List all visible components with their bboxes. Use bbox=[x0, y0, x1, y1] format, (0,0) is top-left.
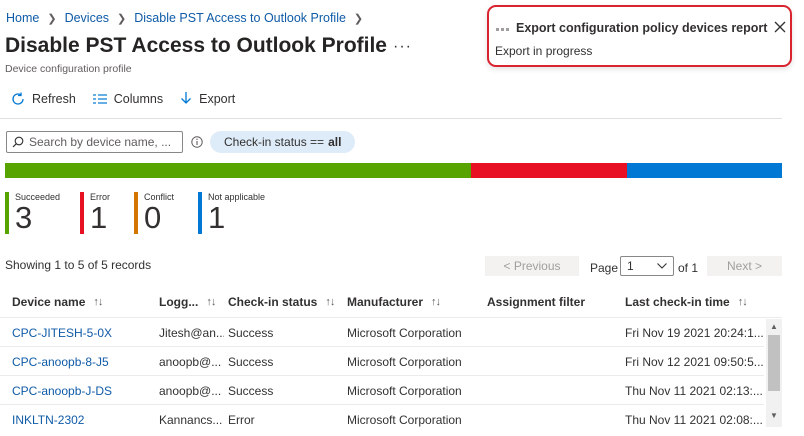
scroll-up-arrow-icon[interactable]: ▲ bbox=[770, 322, 778, 331]
column-header-manufacturer[interactable]: Manufacturer ↑↓ bbox=[347, 295, 441, 309]
check-in-status: Success bbox=[228, 326, 274, 340]
notification-toast: Export configuration policy devices repo… bbox=[487, 5, 792, 67]
sort-icon: ↑↓ bbox=[431, 296, 441, 308]
breadcrumb-home[interactable]: Home bbox=[6, 11, 39, 25]
search-input[interactable] bbox=[29, 135, 179, 149]
manufacturer: Microsoft Corporation bbox=[347, 413, 462, 427]
last-check-in-time: Thu Nov 11 2021 02:08:... bbox=[625, 413, 763, 427]
status-segment-error bbox=[471, 163, 627, 178]
sort-icon: ↑↓ bbox=[206, 296, 216, 308]
tile-error[interactable]: Error 1 bbox=[80, 192, 110, 234]
chevron-right-icon: ❯ bbox=[47, 12, 57, 25]
search-box[interactable] bbox=[6, 131, 183, 153]
tile-count: 1 bbox=[90, 200, 108, 235]
page-subtitle: Device configuration profile bbox=[5, 63, 132, 75]
column-label: Manufacturer bbox=[347, 295, 424, 309]
manufacturer: Microsoft Corporation bbox=[347, 326, 462, 340]
tile-count: 3 bbox=[15, 200, 33, 235]
page-title: Disable PST Access to Outlook Profile bbox=[5, 34, 387, 57]
sort-icon: ↑↓ bbox=[737, 296, 748, 308]
sort-icon: ↑↓ bbox=[325, 296, 335, 308]
column-header-logged-in-user[interactable]: Logg... ↑↓ bbox=[159, 295, 216, 309]
info-icon[interactable] bbox=[191, 136, 203, 151]
logged-in-user: Kannancs... bbox=[159, 413, 223, 427]
column-header-assignment-filter[interactable]: Assignment filter bbox=[487, 295, 585, 309]
export-button[interactable]: Export bbox=[179, 91, 235, 107]
notification-title: Export configuration policy devices repo… bbox=[516, 21, 768, 35]
export-label: Export bbox=[199, 92, 236, 106]
column-header-device-name[interactable]: Device name ↑↓ bbox=[12, 295, 103, 309]
last-check-in-time: Thu Nov 11 2021 02:13:... bbox=[625, 384, 763, 398]
breadcrumb: Home ❯ Devices ❯ Disable PST Access to O… bbox=[6, 11, 371, 25]
previous-page-button[interactable]: < Previous bbox=[485, 256, 579, 276]
breadcrumb-profile[interactable]: Disable PST Access to Outlook Profile bbox=[134, 11, 346, 25]
status-distribution-bar bbox=[5, 163, 782, 178]
columns-button[interactable]: Columns bbox=[92, 92, 163, 106]
column-label: Assignment filter bbox=[487, 295, 586, 309]
chevron-right-icon: ❯ bbox=[117, 12, 127, 25]
column-header-last-check-in[interactable]: Last check-in time ↑↓ bbox=[625, 295, 748, 309]
tile-count: 0 bbox=[144, 200, 162, 235]
logged-in-user: Jitesh@an... bbox=[159, 326, 224, 340]
table-header: Device name ↑↓ Logg... ↑↓ Check-in statu… bbox=[0, 286, 782, 318]
table-row[interactable]: CPC-anoopb-J-DS anoopb@... Success Micro… bbox=[0, 376, 764, 405]
check-in-status: Error bbox=[228, 413, 255, 427]
columns-label: Columns bbox=[113, 92, 164, 106]
last-check-in-time: Fri Nov 19 2021 20:24:1... bbox=[625, 326, 763, 340]
table-row[interactable]: INKLTN-2302 Kannancs... Error Microsoft … bbox=[0, 405, 764, 434]
tile-conflict[interactable]: Conflict 0 bbox=[134, 192, 174, 234]
manufacturer: Microsoft Corporation bbox=[347, 355, 462, 369]
page-select-value: 1 bbox=[627, 259, 634, 273]
chevron-right-icon: ❯ bbox=[353, 12, 364, 25]
status-segment-succeeded bbox=[5, 163, 472, 178]
filter-label: Check-in status == bbox=[224, 135, 325, 149]
scrollbar-thumb[interactable] bbox=[768, 335, 780, 391]
tile-count: 1 bbox=[208, 200, 226, 235]
columns-icon bbox=[92, 94, 107, 104]
refresh-label: Refresh bbox=[32, 92, 76, 106]
scroll-down-arrow-icon[interactable]: ▼ bbox=[770, 411, 778, 420]
table-row[interactable]: CPC-anoopb-8-J5 anoopb@... Success Micro… bbox=[0, 347, 764, 376]
records-count: Showing 1 to 5 of 5 records bbox=[5, 258, 152, 272]
refresh-icon bbox=[12, 92, 24, 105]
column-label: Last check-in time bbox=[625, 295, 730, 309]
chevron-down-icon bbox=[657, 263, 667, 269]
column-label: Check-in status bbox=[228, 295, 318, 309]
column-label: Device name bbox=[12, 295, 86, 309]
tile-not-applicable[interactable]: Not applicable 1 bbox=[198, 192, 265, 234]
device-name-link[interactable]: CPC-JITESH-5-0X bbox=[12, 326, 112, 340]
check-in-status: Success bbox=[228, 355, 274, 369]
close-icon[interactable] bbox=[774, 21, 786, 36]
logged-in-user: anoopb@... bbox=[159, 384, 222, 398]
refresh-button[interactable]: Refresh bbox=[10, 91, 76, 107]
tile-succeeded[interactable]: Succeeded 3 bbox=[5, 192, 60, 234]
notification-message: Export in progress bbox=[495, 44, 593, 58]
page-select[interactable]: 1 bbox=[620, 256, 674, 276]
device-name-link[interactable]: CPC-anoopb-J-DS bbox=[12, 384, 112, 398]
check-in-status: Success bbox=[228, 384, 274, 398]
manufacturer: Microsoft Corporation bbox=[347, 384, 462, 398]
column-header-check-in-status[interactable]: Check-in status ↑↓ bbox=[228, 295, 335, 309]
next-page-button[interactable]: Next > bbox=[707, 256, 782, 276]
page-label: Page bbox=[590, 261, 619, 275]
device-name-link[interactable]: INKLTN-2302 bbox=[12, 413, 84, 427]
column-label: Logg... bbox=[159, 295, 199, 309]
sort-icon: ↑↓ bbox=[93, 296, 103, 308]
last-check-in-time: Fri Nov 12 2021 09:50:5... bbox=[625, 355, 763, 369]
toolbar-divider bbox=[0, 118, 782, 119]
status-segment-not-applicable bbox=[626, 163, 782, 178]
search-icon bbox=[12, 136, 24, 148]
check-in-status-filter[interactable]: Check-in status == all bbox=[210, 131, 356, 153]
page-count: of 1 bbox=[678, 261, 699, 275]
progress-dots-icon bbox=[496, 28, 509, 31]
device-name-link[interactable]: CPC-anoopb-8-J5 bbox=[12, 355, 109, 369]
toolbar: Refresh Columns Export bbox=[10, 91, 235, 107]
download-icon bbox=[181, 92, 192, 104]
breadcrumb-devices[interactable]: Devices bbox=[65, 11, 109, 25]
more-options-button[interactable]: ··· bbox=[393, 38, 412, 56]
table-row[interactable]: CPC-JITESH-5-0X Jitesh@an... Success Mic… bbox=[0, 318, 764, 347]
filter-value: all bbox=[328, 135, 342, 149]
logged-in-user: anoopb@... bbox=[159, 355, 222, 369]
